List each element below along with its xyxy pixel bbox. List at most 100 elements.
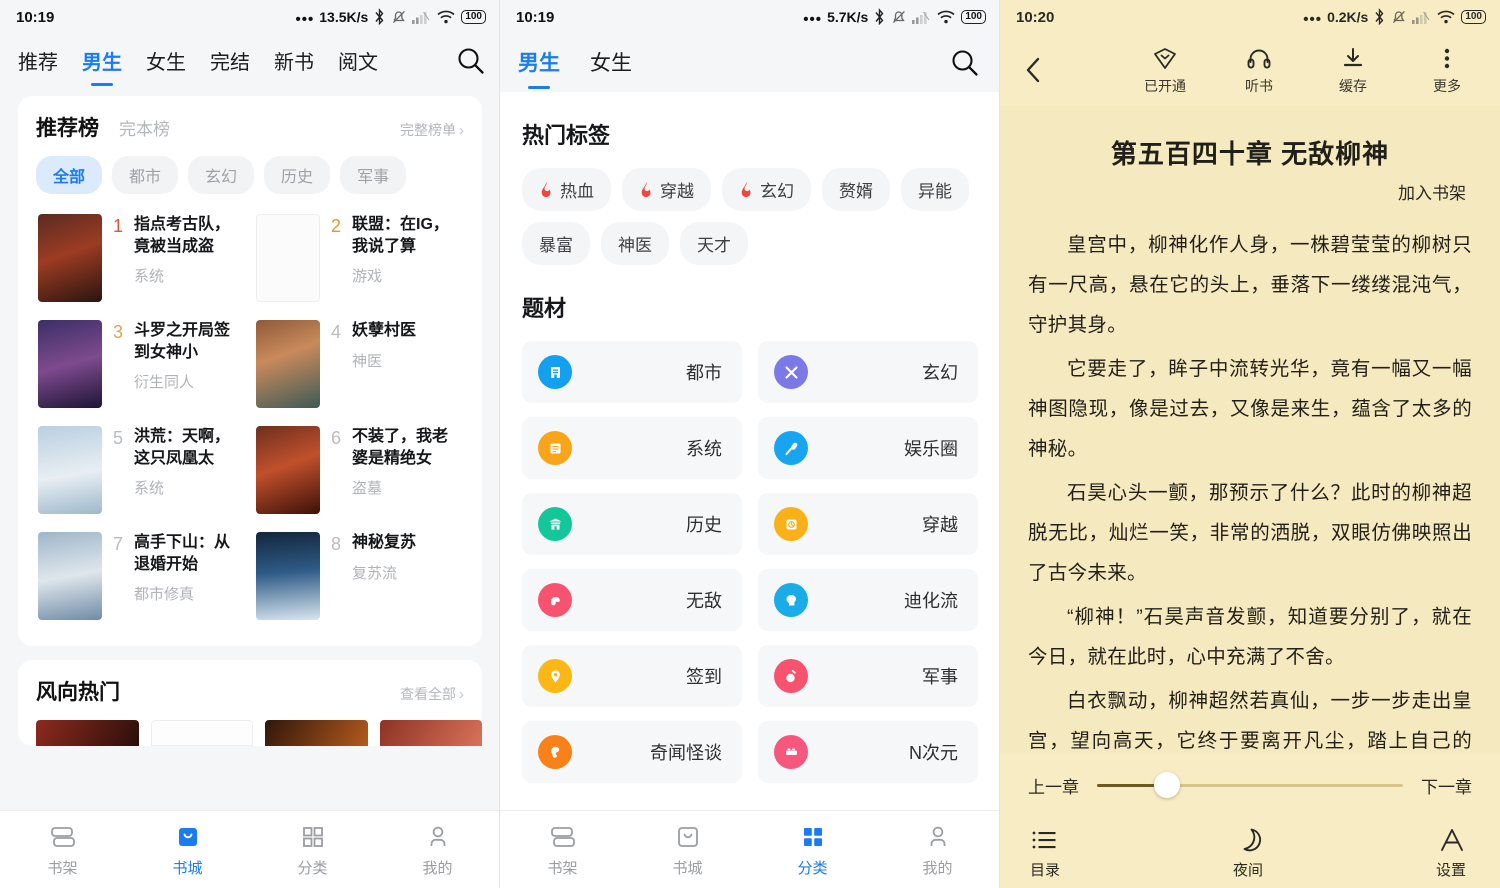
tag-chip[interactable]: 玄幻	[722, 168, 811, 211]
more-vertical-icon	[1433, 44, 1461, 74]
tag-label: 天才	[697, 231, 731, 256]
tool-night-mode[interactable]: 夜间	[1175, 824, 1320, 880]
tab-newbook[interactable]: 新书	[274, 46, 314, 77]
theme-item-system[interactable]: 系统	[522, 417, 742, 479]
nav-bookshelf[interactable]: 书架	[500, 822, 625, 878]
pagoda-icon	[538, 507, 572, 541]
reader-page[interactable]: 第五百四十章 无敌柳神 加入书架 皇宫中，柳神化作人身，一株碧莹莹的柳树只有一尺…	[1000, 106, 1500, 806]
prev-chapter-button[interactable]: 上一章	[1028, 773, 1079, 798]
nav-category[interactable]: 分类	[250, 822, 375, 878]
trending-cover[interactable]	[36, 720, 139, 746]
status-time: 10:19	[16, 9, 54, 26]
chip-fantasy[interactable]: 玄幻	[188, 156, 254, 194]
chip-history[interactable]: 历史	[264, 156, 330, 194]
chevron-left-icon[interactable]	[1022, 53, 1056, 87]
chip-urban[interactable]: 都市	[112, 156, 178, 194]
action-more[interactable]: 更多	[1418, 44, 1476, 96]
theme-item-dihualiu[interactable]: 迪化流	[758, 569, 978, 631]
action-download[interactable]: 缓存	[1324, 44, 1382, 96]
nav-bookstore[interactable]: 书城	[625, 822, 750, 878]
theme-item-timetravel[interactable]: 穿越	[758, 493, 978, 555]
book-list-item[interactable]: 6 不装了，我老婆是精绝女 盗墓	[250, 418, 468, 522]
book-cover	[38, 426, 102, 514]
theme-item-checkin[interactable]: 签到	[522, 645, 742, 707]
search-icon[interactable]	[456, 46, 486, 76]
ranking-title: 推荐榜	[36, 112, 99, 142]
theme-item-n-dimension[interactable]: N次元	[758, 721, 978, 783]
nav-category[interactable]: 分类	[750, 822, 875, 878]
tag-chip[interactable]: 天才	[680, 222, 748, 265]
full-ranking-link[interactable]: 完整榜单 ›	[400, 120, 464, 140]
tab-female[interactable]: 女生	[590, 47, 632, 79]
book-rank: 5	[110, 426, 126, 449]
book-rank: 7	[110, 532, 126, 555]
nav-profile[interactable]: 我的	[875, 822, 1000, 878]
theme-item-urban[interactable]: 都市	[522, 341, 742, 403]
theme-item-history[interactable]: 历史	[522, 493, 742, 555]
book-list-item[interactable]: 4 妖孽村医 神医	[250, 312, 468, 416]
tag-chip[interactable]: 暴富	[522, 222, 590, 265]
tag-chip[interactable]: 神医	[601, 222, 669, 265]
nav-bookshelf[interactable]: 书架	[0, 822, 125, 878]
tab-male[interactable]: 男生	[82, 46, 122, 77]
ranking-subtab-complete[interactable]: 完本榜	[119, 115, 170, 140]
book-list-item[interactable]: 5 洪荒：天啊，这只凤凰太 系统	[32, 418, 250, 522]
tool-catalog[interactable]: 目录	[1000, 824, 1175, 880]
trending-view-all-link[interactable]: 查看全部 ›	[400, 684, 464, 704]
tab-completed[interactable]: 完结	[210, 46, 250, 77]
tag-label: 异能	[918, 177, 952, 202]
tab-yuewen[interactable]: 阅文	[338, 46, 378, 77]
trending-cover[interactable]	[265, 720, 368, 746]
hot-tags-title: 热门标签	[522, 92, 978, 152]
book-list-item[interactable]: 3 斗罗之开局签到女神小 衍生同人	[32, 312, 250, 416]
book-list-item[interactable]: 8 神秘复苏 复苏流	[250, 524, 468, 628]
tool-catalog-label: 目录	[1030, 859, 1060, 880]
tag-chip[interactable]: 异能	[901, 168, 969, 211]
chip-military[interactable]: 军事	[340, 156, 406, 194]
tab-recommend[interactable]: 推荐	[18, 46, 58, 77]
theme-label: 签到	[686, 663, 722, 689]
bookstore-icon	[173, 822, 203, 852]
theme-item-invincible[interactable]: 无敌	[522, 569, 742, 631]
book-cover	[256, 320, 320, 408]
theme-item-fantasy[interactable]: 玄幻	[758, 341, 978, 403]
slider-knob[interactable]	[1154, 772, 1180, 798]
next-chapter-button[interactable]: 下一章	[1421, 773, 1472, 798]
book-category: 复苏流	[352, 562, 462, 583]
trending-cover[interactable]	[380, 720, 483, 746]
book-info: 斗罗之开局签到女神小 衍生同人	[134, 320, 244, 392]
theme-item-strange-tales[interactable]: 奇闻怪谈	[522, 721, 742, 783]
paragraph: “柳神！”石昊声音发颤，知道要分别了，就在今日，就在此时，心中充满了不舍。	[1028, 598, 1472, 678]
theme-item-military[interactable]: 军事	[758, 645, 978, 707]
ear-whisper-icon	[538, 735, 572, 769]
book-rank: 8	[328, 532, 344, 555]
tab-female[interactable]: 女生	[146, 46, 186, 77]
tab-male[interactable]: 男生	[518, 47, 560, 79]
panel-category-browse: 10:19 ••• 5.7K/s 100 男生	[500, 0, 1000, 888]
theme-item-entertainment[interactable]: 娱乐圈	[758, 417, 978, 479]
grenade-icon	[774, 659, 808, 693]
book-list-item[interactable]: 1 指点考古队，竟被当成盗 系统	[32, 206, 250, 310]
book-list-item[interactable]: 7 高手下山：从退婚开始 都市修真	[32, 524, 250, 628]
book-cover	[38, 320, 102, 408]
book-title: 联盟：在IG，我说了算	[352, 214, 462, 257]
nav-bookstore[interactable]: 书城	[125, 822, 250, 878]
book-list-item[interactable]: 2 联盟：在IG，我说了算 游戏	[250, 206, 468, 310]
search-icon[interactable]	[950, 48, 980, 78]
action-subscription[interactable]: 已开通	[1136, 44, 1194, 96]
tag-chip[interactable]: 穿越	[622, 168, 711, 211]
theme-label: 军事	[922, 663, 958, 689]
add-to-shelf-button[interactable]: 加入书架	[1028, 171, 1472, 204]
mute-bell-icon	[1391, 8, 1407, 26]
tag-chip[interactable]: 赘婿	[822, 168, 890, 211]
tag-chip[interactable]: 热血	[522, 168, 611, 211]
nav-profile[interactable]: 我的	[375, 822, 500, 878]
action-listen[interactable]: 听书	[1230, 44, 1288, 96]
status-bar-2: 10:19 ••• 5.7K/s 100	[500, 0, 1000, 34]
ranking-card: 推荐榜 完本榜 完整榜单 › 全部 都市 玄幻 历史 军事 1	[18, 96, 482, 646]
chapter-progress-slider[interactable]	[1097, 784, 1403, 787]
chip-all[interactable]: 全部	[36, 156, 102, 194]
tool-settings[interactable]: 设置	[1321, 824, 1500, 880]
trending-cover[interactable]	[151, 720, 254, 746]
bookstore-icon	[673, 822, 703, 852]
